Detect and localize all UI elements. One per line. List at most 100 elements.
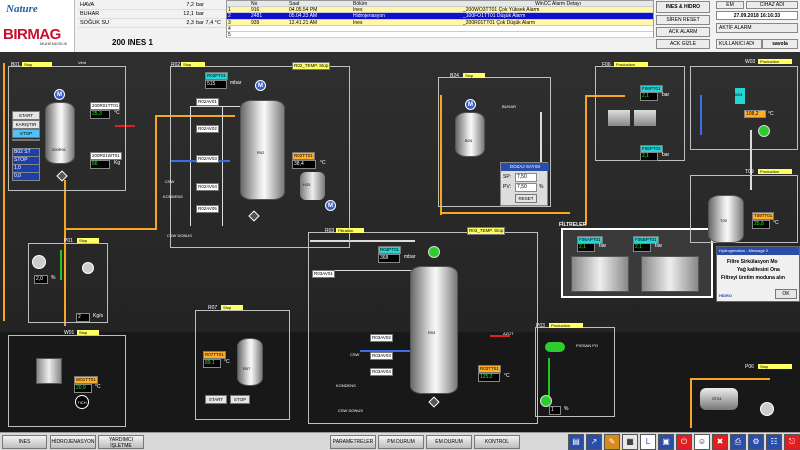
tank-r07[interactable]: [237, 338, 263, 386]
nav-em-status-button[interactable]: EM DURUM: [426, 435, 472, 449]
p01-flow-value: 2: [76, 313, 90, 322]
r07-status[interactable]: Stop: [221, 305, 243, 310]
p01-pump-icon[interactable]: [32, 255, 46, 269]
tank-b24[interactable]: [455, 112, 485, 157]
alarm-idx: 1: [228, 7, 231, 14]
p03-status[interactable]: Production: [549, 323, 583, 328]
utility-value: 7,2: [186, 2, 194, 8]
b01-empty-button[interactable]: [12, 139, 40, 141]
user-icon[interactable]: ☺: [694, 434, 710, 450]
p06-status[interactable]: Stop: [758, 364, 792, 369]
dosing-counter-panel: DOZAJ SAYISI SP: 7,50 PV: 7,50 % RESET: [500, 162, 549, 206]
alarm-detail: _200R01TT01 Çok Düşük Alarm: [463, 19, 535, 26]
b01-start-button[interactable]: START: [12, 111, 40, 120]
t09-temp-unit: °C: [773, 220, 779, 226]
nav-ines-button[interactable]: INES: [2, 435, 47, 449]
f06-filter-a[interactable]: [608, 110, 630, 126]
login-icon[interactable]: L: [640, 434, 656, 450]
dosing-reset-button[interactable]: RESET: [515, 194, 537, 203]
pipe: [585, 95, 587, 225]
r07-tt-tag: R07TT01: [203, 351, 226, 359]
header-buttons: INES & HIDRO EM CİHAZ ADI SİREN RESET 27…: [656, 1, 800, 51]
active-alarm-button[interactable]: AKTİF ALARM: [716, 23, 798, 33]
b01-mix-button[interactable]: KARIŞTIR: [12, 120, 40, 129]
w03-pump-icon[interactable]: [758, 125, 770, 137]
r07-stop-button[interactable]: STOP: [230, 395, 250, 404]
recipe-icon[interactable]: ▣: [658, 434, 674, 450]
r02-temp-panel-tag: R02_TEMP. Stop: [292, 62, 331, 70]
ack-hide-button[interactable]: ACK GİZLE: [656, 39, 710, 49]
alarm-no: 939: [251, 19, 260, 26]
nav-auxiliary-button[interactable]: YARDIMCI İŞLETME: [98, 435, 144, 449]
network-icon[interactable]: ☷: [766, 434, 782, 450]
f06-filter-b[interactable]: [634, 110, 656, 126]
motor-icon[interactable]: M: [465, 99, 476, 110]
em-button[interactable]: EM: [716, 1, 744, 9]
alarm-row[interactable]: 5: [227, 31, 653, 39]
sp-input[interactable]: 7,50: [515, 173, 537, 182]
b24-tank-label: B24: [465, 138, 473, 143]
p03-pump-icon[interactable]: [545, 342, 565, 352]
motor-icon[interactable]: M: [255, 80, 266, 91]
r03-status[interactable]: Filtration: [336, 228, 364, 233]
b01-stop-button[interactable]: STOP: [12, 129, 40, 138]
nav-control-button[interactable]: KONTROL: [474, 435, 520, 449]
print-icon[interactable]: ⎙: [730, 434, 746, 450]
b24-status[interactable]: Stop: [463, 73, 485, 78]
utility-unit: bar: [196, 11, 204, 17]
acknowledge-icon[interactable]: ✖: [712, 434, 728, 450]
f06-tag: F06: [602, 62, 611, 68]
r03-valve-tag: R03AV03: [370, 352, 393, 360]
w01-tich-controller[interactable]: TICH: [75, 395, 89, 409]
siren-reset-button[interactable]: SİREN RESET: [656, 15, 710, 25]
ines-hidro-button[interactable]: INES & HIDRO: [656, 1, 710, 13]
f06-status[interactable]: Production: [614, 62, 648, 67]
tools-icon[interactable]: ✎: [604, 434, 620, 450]
nav-pm-status-button[interactable]: PM DURUM: [378, 435, 424, 449]
r07-start-button[interactable]: START: [205, 395, 227, 404]
r03-csw-label: CSW: [350, 352, 360, 357]
p03-pigs-label: PİGSAN PO: [576, 343, 599, 348]
utility-unit: bar: [196, 2, 204, 8]
exit-icon[interactable]: ⏻: [676, 434, 692, 450]
device-name-label: CİHAZ ADI: [746, 1, 798, 9]
nav-hidro-button[interactable]: HİDROJENASYON: [50, 435, 96, 449]
alarm-idx: 5: [228, 31, 231, 38]
nav-parameters-button[interactable]: PARAMETRELER: [330, 435, 376, 449]
agitator-icon[interactable]: [428, 246, 440, 258]
shutdown-icon[interactable]: ⎋: [784, 434, 800, 450]
utility-name: HAVA: [80, 2, 95, 8]
alarm-col-detail: WinCC Alarm Detayı: [535, 1, 581, 7]
ack-alarm-button[interactable]: ACK ALARM: [656, 27, 710, 37]
b01-vent-label: Vent: [78, 60, 87, 65]
message-footer: HİDRO: [719, 293, 732, 298]
sp-label: SP:: [503, 174, 512, 180]
r03-pt-tag: R03PT01: [378, 246, 402, 254]
message-ok-button[interactable]: OK: [775, 289, 797, 299]
r02-pressure-unit: mbar: [230, 80, 242, 86]
alarm-table[interactable]: No Saat Bölüm WinCC Alarm Detayı 1 916 0…: [226, 0, 654, 39]
w01-status[interactable]: Stop: [77, 330, 99, 335]
motor-icon[interactable]: M: [54, 89, 65, 100]
b01-status[interactable]: Stop: [22, 62, 52, 67]
alarm-section: Hidrojenasyon: [353, 13, 385, 20]
p06-pump-icon[interactable]: [760, 402, 774, 416]
r03-pressure-unit: mbar: [404, 254, 416, 260]
w03-status[interactable]: Production: [758, 59, 792, 64]
trend-icon[interactable]: ↗: [586, 434, 602, 450]
t09-status[interactable]: Production: [758, 169, 792, 174]
settings-icon[interactable]: ⚙: [748, 434, 764, 450]
r02-status[interactable]: Stop: [181, 62, 205, 67]
alarm-list-icon[interactable]: ▤: [568, 434, 584, 450]
motor-icon[interactable]: M: [325, 200, 336, 211]
filter-a-vessel[interactable]: [571, 256, 629, 292]
w01-heat-exchanger[interactable]: [36, 358, 62, 384]
alarm-detail: _100FO1TT01 Düşük Alarm: [463, 13, 526, 20]
report-icon[interactable]: ▦: [622, 434, 638, 450]
tank-200r01[interactable]: [45, 102, 75, 164]
filter-b-vessel[interactable]: [641, 256, 699, 292]
utility-value: 12,1: [183, 11, 194, 17]
r02-tt-tag: R02TT01: [292, 152, 315, 160]
r07-temp-value: 89,1: [203, 359, 221, 368]
p01-status[interactable]: Stop: [77, 238, 99, 243]
